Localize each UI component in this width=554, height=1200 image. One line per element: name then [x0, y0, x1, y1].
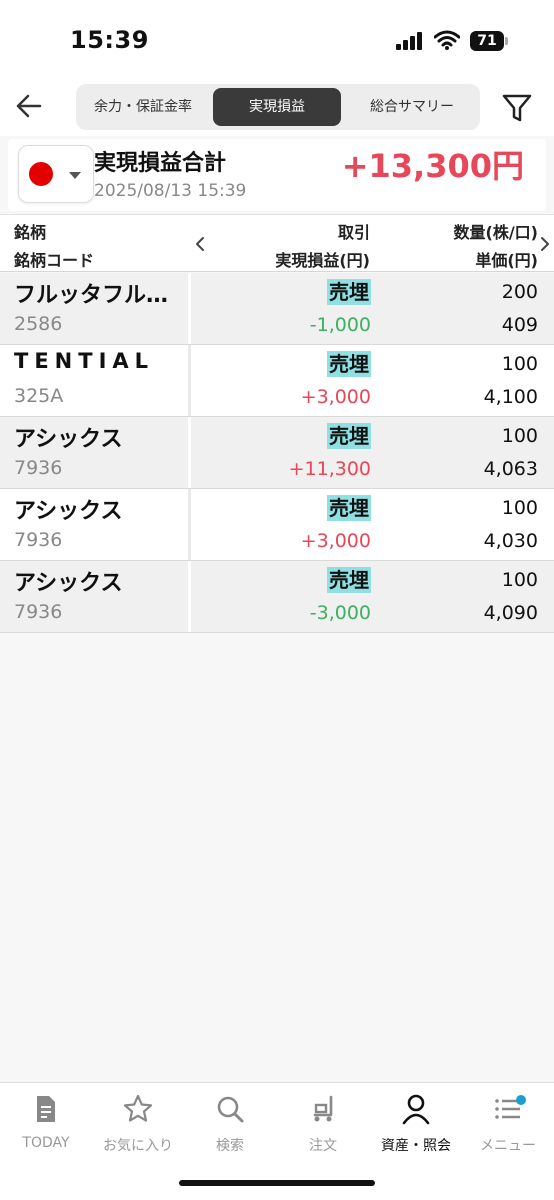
chevron-right-icon[interactable]	[539, 235, 551, 253]
header-qty: 数量(株/口)	[453, 223, 538, 242]
battery-icon: 71	[470, 31, 508, 51]
segmented-control: 余力・保証金率 実現損益 総合サマリー	[76, 84, 480, 130]
stock-code: 325A	[14, 385, 64, 407]
trade-type-badge: 売埋	[327, 351, 371, 377]
notification-dot	[516, 1095, 526, 1105]
person-icon	[402, 1094, 430, 1125]
stock-cell: アシックス 7936	[0, 417, 191, 488]
document-icon	[37, 1096, 55, 1122]
tab-label: 資産・照会	[381, 1138, 451, 1154]
tab-assets[interactable]: 資産・照会	[370, 1091, 462, 1161]
summary-title: 実現損益合計	[94, 151, 227, 176]
unit-price-value: 409	[501, 314, 538, 336]
tab-margin-rate[interactable]: 余力・保証金率	[78, 88, 208, 126]
stock-code: 7936	[14, 601, 63, 623]
tab-realized-pl[interactable]: 実現損益	[213, 88, 341, 126]
table-row[interactable]: アシックス 7936 売埋 +3,000 100 4,030	[0, 489, 554, 561]
market-selector[interactable]	[18, 145, 94, 203]
stock-code: 2586	[14, 313, 63, 335]
filter-icon[interactable]	[500, 90, 534, 124]
search-icon	[217, 1096, 244, 1123]
stock-name: TENTIAL	[14, 349, 155, 373]
tab-label: 検索	[216, 1138, 244, 1154]
star-icon	[123, 1094, 153, 1122]
realized-pl-value: -3,000	[309, 602, 371, 624]
quantity-value: 100	[501, 425, 538, 447]
quantity-value: 200	[501, 281, 538, 303]
table-row[interactable]: TENTIAL 325A 売埋 +3,000 100 4,100	[0, 345, 554, 417]
realized-pl-value: +11,300	[288, 458, 371, 480]
table-row[interactable]: アシックス 7936 売埋 +11,300 100 4,063	[0, 417, 554, 489]
stock-cell: アシックス 7936	[0, 561, 191, 632]
header-trade: 取引	[337, 223, 370, 242]
table-header: 銘柄 銘柄コード 取引 実現損益(円) 数量(株/口) 単価(円)	[0, 214, 554, 272]
unit-price-value: 4,090	[483, 602, 538, 624]
tab-favorites[interactable]: お気に入り	[92, 1091, 184, 1161]
tab-label: お気に入り	[103, 1138, 173, 1154]
tab-label: 注文	[309, 1138, 337, 1154]
cart-icon	[313, 1095, 333, 1122]
header-name: 銘柄	[14, 223, 47, 242]
table-row[interactable]: アシックス 7936 売埋 -3,000 100 4,090	[0, 561, 554, 633]
trade-type-badge: 売埋	[327, 495, 371, 521]
trade-type-badge: 売埋	[327, 279, 371, 305]
stock-name: アシックス	[14, 571, 123, 596]
chevron-left-icon[interactable]	[194, 235, 206, 253]
unit-price-value: 4,063	[483, 458, 538, 480]
quantity-value: 100	[501, 497, 538, 519]
stock-name: アシックス	[14, 499, 123, 524]
battery-level: 71	[477, 33, 497, 49]
stock-cell: フルッタフル… 2586	[0, 273, 191, 344]
trade-type-badge: 売埋	[327, 567, 371, 593]
quantity-value: 100	[501, 353, 538, 375]
caret-down-icon	[69, 172, 81, 179]
header: 余力・保証金率 実現損益 総合サマリー	[0, 80, 554, 136]
cellular-signal-icon	[396, 32, 426, 50]
tab-menu[interactable]: メニュー	[462, 1091, 554, 1161]
status-time: 15:39	[70, 26, 149, 54]
wifi-icon	[434, 30, 460, 50]
tab-order[interactable]: 注文	[277, 1091, 369, 1161]
stock-cell: TENTIAL 325A	[0, 345, 191, 416]
table-row[interactable]: フルッタフル… 2586 売埋 -1,000 200 409	[0, 273, 554, 345]
status-bar: 15:39 71	[0, 0, 554, 80]
header-pl: 実現損益(円)	[275, 251, 370, 270]
realized-pl-summary: 実現損益合計 2025/08/13 15:39 +13,300円	[8, 139, 546, 211]
unit-price-value: 4,030	[483, 530, 538, 552]
realized-pl-list: フルッタフル… 2586 売埋 -1,000 200 409 TENTIAL 3…	[0, 273, 554, 633]
header-price: 単価(円)	[475, 251, 538, 270]
realized-pl-value: -1,000	[309, 314, 371, 336]
unit-price-value: 4,100	[483, 386, 538, 408]
tab-label: メニュー	[480, 1138, 536, 1154]
stock-cell: アシックス 7936	[0, 489, 191, 560]
quantity-value: 100	[501, 569, 538, 591]
tab-today[interactable]: TODAY	[0, 1091, 92, 1161]
home-indicator	[179, 1180, 375, 1186]
realized-pl-value: +3,000	[300, 530, 371, 552]
tab-label: TODAY	[22, 1135, 70, 1151]
back-arrow-icon[interactable]	[10, 86, 46, 126]
tab-overall-summary[interactable]: 総合サマリー	[346, 88, 478, 126]
stock-code: 7936	[14, 529, 63, 551]
tab-search[interactable]: 検索	[184, 1091, 276, 1161]
realized-pl-value: +3,000	[300, 386, 371, 408]
japan-flag-icon	[29, 162, 53, 186]
stock-code: 7936	[14, 457, 63, 479]
summary-total: +13,300円	[341, 147, 524, 185]
stock-name: フルッタフル…	[14, 283, 169, 308]
trade-type-badge: 売埋	[327, 423, 371, 449]
summary-datetime: 2025/08/13 15:39	[94, 181, 247, 201]
stock-name: アシックス	[14, 427, 123, 452]
header-code: 銘柄コード	[14, 251, 95, 270]
